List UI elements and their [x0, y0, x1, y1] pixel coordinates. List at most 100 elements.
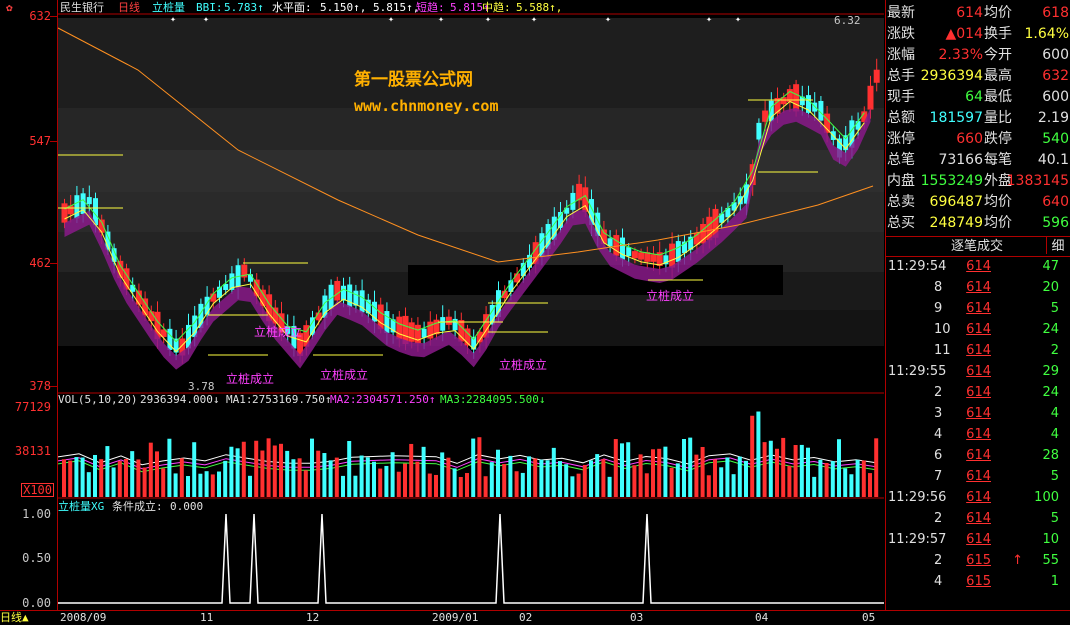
period-toggle[interactable]: 日线▲ — [0, 611, 29, 624]
volume-bar — [341, 476, 345, 497]
quote-label: 总手 — [887, 66, 915, 87]
kline-chart[interactable]: ✦✦✦✦✦✦✦✦✦ — [58, 0, 884, 610]
signal-line — [58, 514, 884, 603]
trade-volume: 1 — [1051, 571, 1059, 592]
trade-price: 614 — [966, 445, 991, 466]
volume-bar — [738, 457, 742, 497]
volume-bar — [583, 465, 587, 497]
volume-bar — [862, 460, 866, 497]
volume-bar — [136, 459, 140, 497]
volume-bar — [484, 476, 488, 497]
indicator-name[interactable]: 立桩量 — [152, 1, 185, 14]
volume-bar — [403, 464, 407, 497]
volume-bar — [347, 441, 351, 497]
volume-bar — [174, 473, 178, 497]
volume-bar — [595, 454, 599, 497]
trade-volume: 5 — [1051, 466, 1059, 487]
quote-value: 64 — [965, 87, 983, 108]
volume-bar — [198, 474, 202, 497]
volume-bar — [490, 462, 494, 497]
volume-unit: X100 — [21, 483, 54, 497]
volume-bar — [707, 475, 711, 497]
trade-row: 11:29:5761410 — [886, 529, 1070, 550]
star-marker: ✦ — [735, 14, 741, 25]
chart-area[interactable]: ✦✦✦✦✦✦✦✦✦ ✿ 民生银行 日线 立桩量 BBI: 5.783↑ 水平面:… — [58, 0, 884, 610]
quote-value: 2936394 — [921, 66, 983, 87]
volume-bar — [384, 466, 388, 497]
volume-bar — [372, 462, 376, 497]
volume-bar — [719, 467, 723, 497]
price-axis-mid1: 547 — [29, 135, 51, 147]
volume-bar — [818, 460, 822, 497]
signal-axis-mid: 0.50 — [22, 552, 51, 564]
trade-time: 2 — [934, 508, 942, 529]
bbi-value: 5.783↑ — [224, 1, 264, 14]
signal-cond-value: 0.000 — [170, 500, 203, 513]
trade-time: 11 — [934, 340, 951, 361]
ma3-value: 2284095.500↓ — [466, 393, 545, 406]
volume-bar — [322, 453, 326, 497]
trade-row: 1061424 — [886, 319, 1070, 340]
quote-value: 640 — [1042, 192, 1069, 213]
trades-detail-button[interactable]: 细 — [1046, 237, 1069, 254]
zhongqu-label: 中趋: — [482, 1, 511, 14]
trade-time: 4 — [934, 424, 942, 445]
quote-row: 涨幅2.33%今开600 — [886, 45, 1070, 66]
menu-icon[interactable]: ✿ — [6, 1, 13, 14]
time-tick: 2009/01 — [432, 611, 478, 624]
high-marker: 6.32 — [834, 14, 861, 27]
shuiping-value: 5.150↑, 5.815↑, — [320, 1, 419, 14]
quote-label: 总笔 — [887, 150, 915, 171]
volume-bar — [186, 476, 190, 497]
volume-bar — [546, 460, 550, 497]
quote-value: ▲014 — [946, 24, 984, 45]
volume-bar — [533, 458, 537, 497]
quote-row: 总卖696487均价640 — [886, 192, 1070, 213]
volume-bar — [831, 461, 835, 497]
ma2-value: 2304571.250↑ — [356, 393, 435, 406]
volume-bar — [267, 438, 271, 497]
time-axis: 日线▲ 2008/09 11 12 2009/01 02 03 04 05 — [0, 610, 1070, 625]
quote-value: 614 — [956, 3, 983, 24]
time-tick: 04 — [755, 611, 768, 624]
volume-bar — [806, 448, 810, 497]
quote-value: 73166 — [938, 150, 983, 171]
volume-bar — [676, 463, 680, 497]
trade-price: 614 — [966, 508, 991, 529]
trade-price: 614 — [966, 277, 991, 298]
volume-bar — [539, 460, 543, 497]
shuiping-label: 水平面: — [272, 1, 312, 14]
trade-price: 614 — [966, 487, 991, 508]
volume-bar — [515, 471, 519, 497]
volume-bar — [577, 474, 581, 497]
volume-bar — [161, 468, 165, 497]
quote-value: 2.33% — [939, 45, 983, 66]
trade-volume: 4 — [1051, 403, 1059, 424]
volume-bar — [353, 476, 357, 497]
quote-value: 632 — [1042, 66, 1069, 87]
quote-row: 涨跌▲014换手1.64% — [886, 24, 1070, 45]
volume-axis-mid: 38131 — [15, 445, 51, 457]
volume-bar — [471, 439, 475, 497]
volume-bar — [651, 449, 655, 497]
trade-row: 96145 — [886, 298, 1070, 319]
volume-bar — [149, 443, 153, 497]
trade-volume: 47 — [1042, 256, 1059, 277]
volume-bar — [453, 468, 457, 497]
stock-name[interactable]: 民生银行 — [60, 1, 104, 14]
quote-value: 1553249 — [921, 171, 983, 192]
trade-volume: 4 — [1051, 424, 1059, 445]
period-label[interactable]: 日线 — [118, 1, 140, 14]
quote-label: 涨停 — [887, 129, 915, 150]
quote-label: 均价 — [984, 192, 1012, 213]
quote-row: 内盘1553249外盘1383145 — [886, 171, 1070, 192]
volume-bar — [570, 476, 574, 497]
quote-label: 跌停 — [984, 129, 1012, 150]
trade-row: 46151 — [886, 571, 1070, 592]
trade-volume: 20 — [1042, 277, 1059, 298]
watermark-line1: 第一股票公式网 — [354, 70, 473, 90]
volume-bar — [657, 449, 661, 497]
trade-price: 614 — [966, 340, 991, 361]
trades-title[interactable]: 逐笔成交 — [951, 237, 1003, 256]
volume-bar — [787, 466, 791, 497]
